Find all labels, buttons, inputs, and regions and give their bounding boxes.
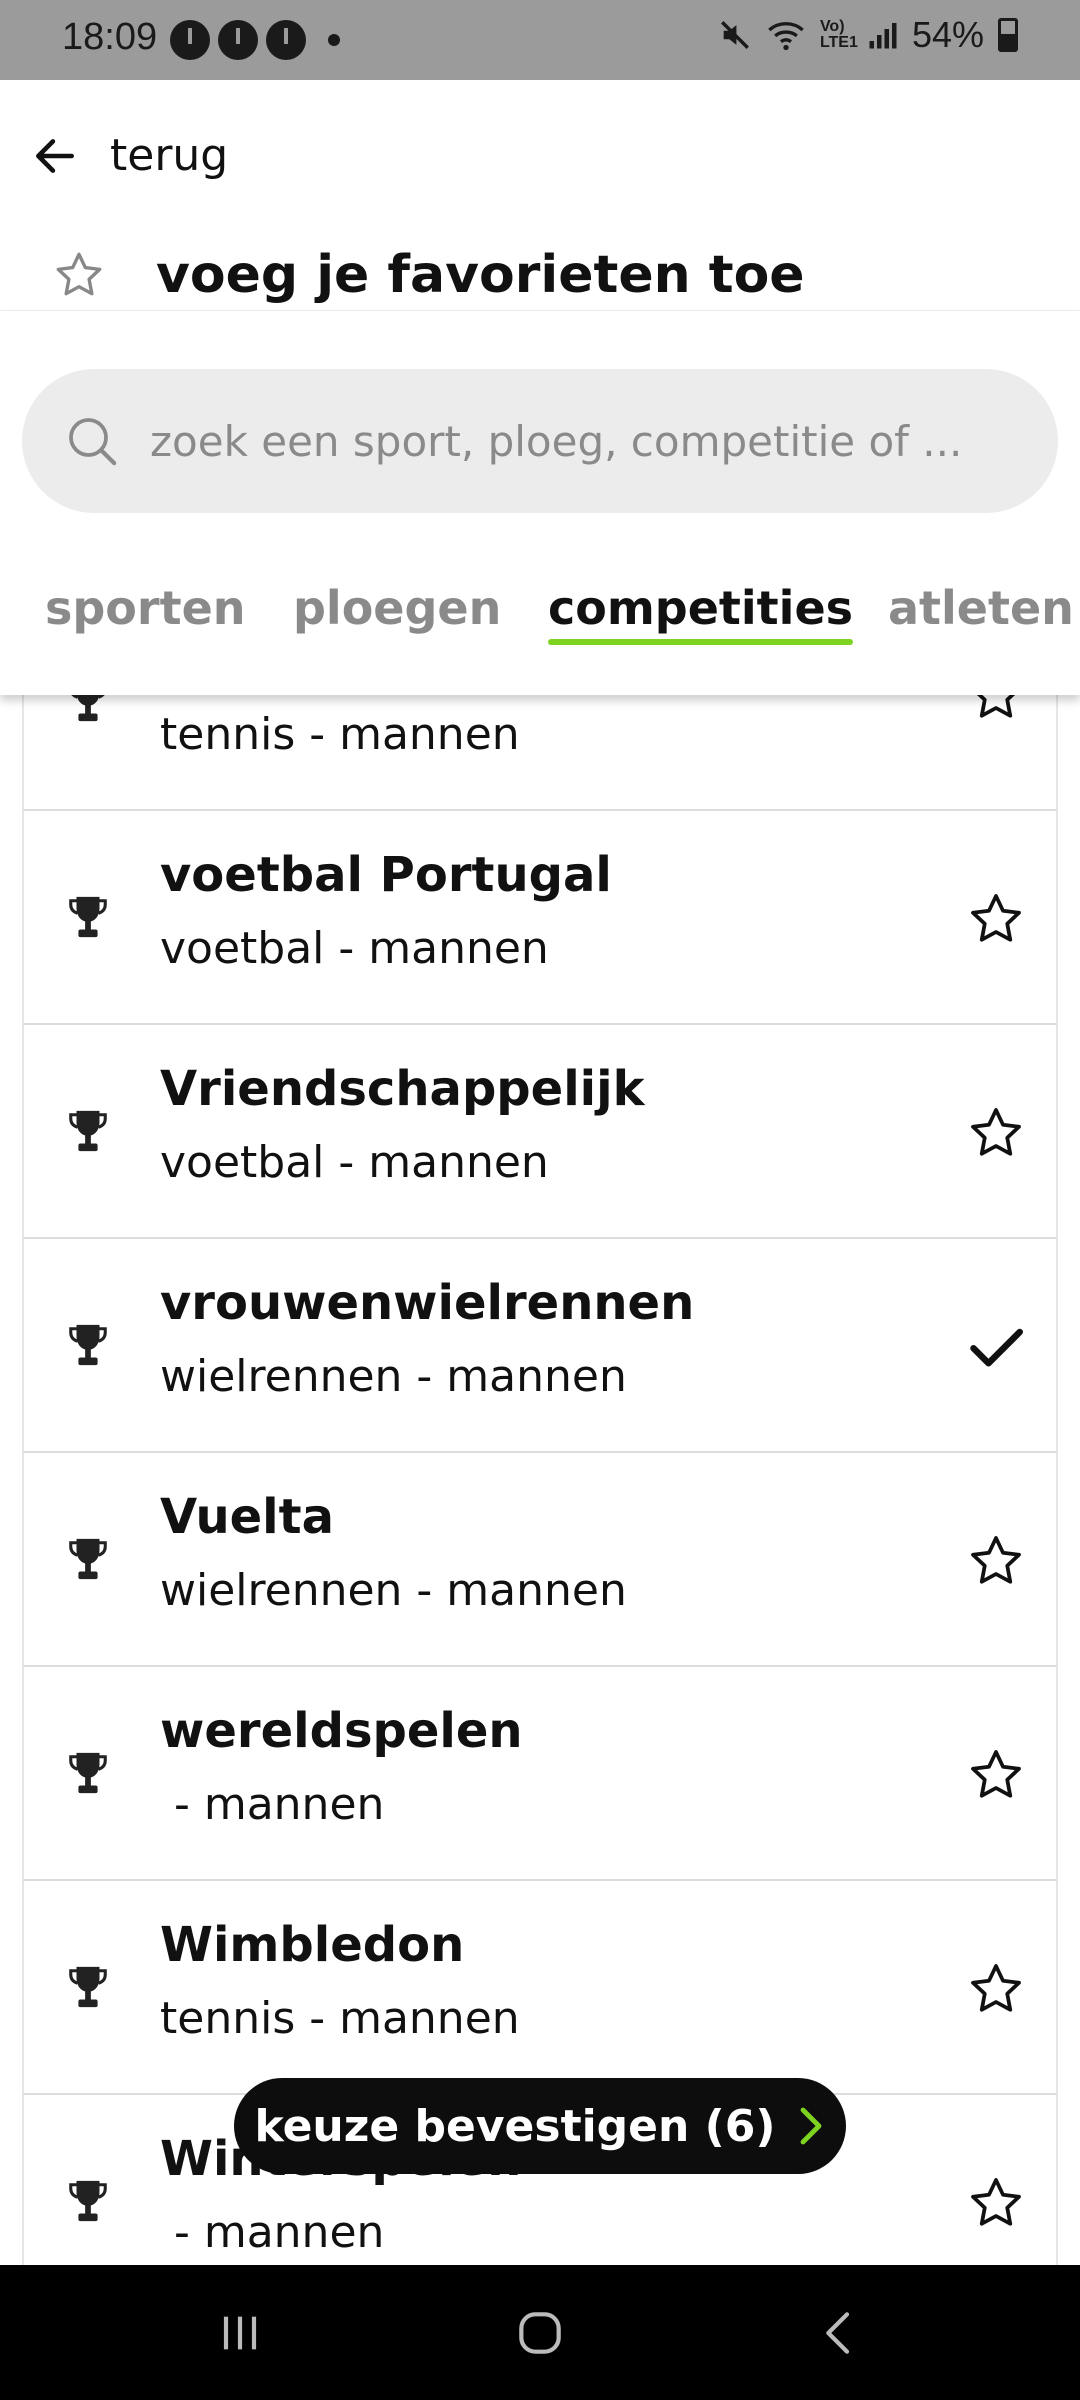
item-title: vrouwenwielrennen — [160, 1275, 695, 1331]
tab-competities[interactable]: competities — [548, 581, 854, 645]
list-item[interactable]: Vuelta wielrennen - mannen — [22, 1453, 1058, 1667]
status-time: 18:09 — [62, 16, 158, 58]
back-label: terug — [110, 130, 229, 181]
item-subtitle: voetbal - mannen — [160, 1137, 549, 1188]
notification-icon — [170, 20, 210, 60]
notification-icon — [266, 20, 306, 60]
notification-icons — [170, 20, 340, 60]
status-bar: 18:09 Vo) LTE1 54% — [0, 0, 1080, 80]
confirm-selection-button[interactable]: keuze bevestigen (6) — [234, 2078, 846, 2174]
recent-apps-icon — [223, 2316, 257, 2349]
item-title: voetbal Portugal — [160, 847, 612, 903]
trophy-icon — [71, 695, 105, 722]
title-row: voeg je favorieten toe — [52, 240, 805, 310]
arrow-left-icon — [36, 138, 74, 173]
trophy-icon — [69, 2180, 107, 2222]
recent-apps-button[interactable] — [150, 2265, 330, 2400]
confirm-label: keuze bevestigen (6) — [254, 2100, 776, 2152]
trophy-icon — [69, 1538, 107, 1580]
item-subtitle: tennis - mannen — [160, 709, 520, 760]
search-icon — [69, 418, 117, 466]
star-outline-icon[interactable] — [966, 1531, 1026, 1591]
list-item[interactable]: vrouwenwielrennen wielrennen - mannen — [22, 1239, 1058, 1453]
battery-icon — [998, 18, 1018, 52]
home-button[interactable] — [450, 2265, 630, 2400]
trophy-icon — [69, 1752, 107, 1794]
star-outline-icon[interactable] — [966, 1959, 1026, 2019]
trophy-icon — [69, 1324, 107, 1366]
search-bar[interactable] — [22, 369, 1058, 513]
trophy-icon — [69, 1966, 107, 2008]
star-outline-icon — [56, 252, 102, 296]
network-label: Vo) LTE1 — [819, 18, 858, 51]
list-item[interactable]: Wimbledon tennis - mannen — [22, 1881, 1058, 2095]
tab-atleten[interactable]: atleten — [888, 581, 1074, 635]
star-outline-icon[interactable] — [966, 1103, 1026, 1163]
item-subtitle: voetbal - mannen — [160, 923, 549, 974]
item-title: wereldspelen — [160, 1703, 523, 1759]
item-subtitle: - mannen — [160, 2207, 385, 2258]
list-item[interactable]: tennis - mannen — [22, 695, 1058, 811]
checkmark-icon[interactable] — [966, 1317, 1026, 1377]
star-outline-icon[interactable] — [966, 695, 1026, 725]
list-item[interactable]: Vriendschappelijk voetbal - mannen — [22, 1025, 1058, 1239]
trophy-icon — [69, 1110, 107, 1152]
back-chevron-icon — [826, 2311, 850, 2354]
item-title: Vriendschappelijk — [160, 1061, 645, 1117]
back-nav-button[interactable] — [750, 2265, 930, 2400]
notification-icon — [218, 20, 258, 60]
signal-icon — [869, 23, 897, 49]
more-notifications-icon — [328, 34, 340, 46]
star-outline-icon[interactable] — [966, 1745, 1026, 1805]
page-title: voeg je favorieten toe — [156, 245, 805, 305]
status-indicators: Vo) LTE1 54% — [718, 14, 1018, 56]
competition-list: tennis - mannen voetbal Portugal voetbal… — [22, 695, 1058, 2265]
system-navigation-bar — [0, 2265, 1080, 2400]
item-subtitle: tennis - mannen — [160, 1993, 520, 2044]
chevron-right-icon — [800, 2107, 821, 2145]
back-button[interactable]: terug — [30, 130, 228, 181]
page-header: terug voeg je favorieten toe — [0, 80, 1080, 310]
trophy-icon — [69, 896, 107, 938]
search-input[interactable] — [150, 416, 1010, 466]
star-outline-icon[interactable] — [966, 2173, 1026, 2233]
tab-sporten[interactable]: sporten — [45, 581, 246, 635]
tab-bar: sporten ploegen competities atleten — [0, 581, 1080, 671]
search-and-tabs-panel: sporten ploegen competities atleten — [0, 310, 1080, 695]
item-subtitle: - mannen — [160, 1779, 385, 1830]
item-subtitle: wielrennen - mannen — [160, 1351, 627, 1402]
list-item[interactable]: voetbal Portugal voetbal - mannen — [22, 811, 1058, 1025]
battery-percentage: 54% — [911, 14, 984, 55]
tab-ploegen[interactable]: ploegen — [293, 581, 501, 635]
wifi-icon — [768, 22, 804, 51]
item-title: Wimbledon — [160, 1917, 465, 1973]
list-item[interactable]: wereldspelen - mannen — [22, 1667, 1058, 1881]
item-title: Vuelta — [160, 1489, 334, 1545]
mute-icon — [720, 21, 749, 49]
home-icon — [519, 2311, 561, 2354]
item-subtitle: wielrennen - mannen — [160, 1565, 627, 1616]
star-outline-icon[interactable] — [966, 889, 1026, 949]
